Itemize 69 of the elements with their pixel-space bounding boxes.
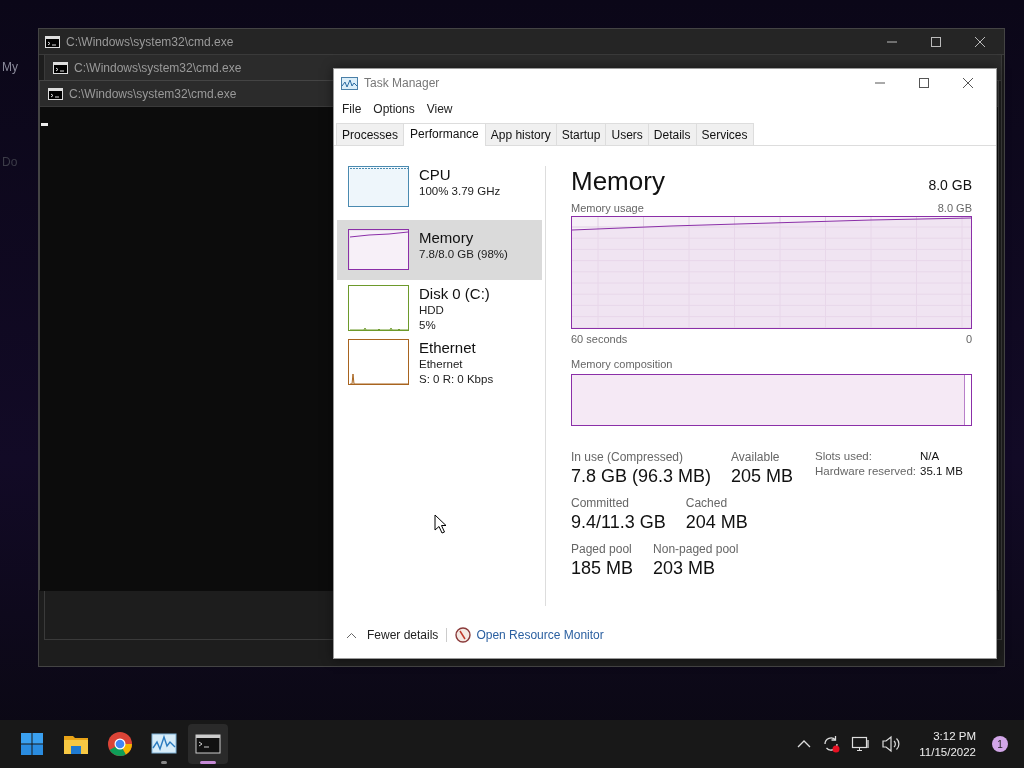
- chevron-up-icon[interactable]: [797, 739, 812, 749]
- resource-monitor-link[interactable]: Open Resource Monitor: [476, 628, 604, 642]
- axis-label: 60 seconds: [571, 333, 628, 345]
- item-detail: 100% 3.79 GHz: [419, 184, 501, 199]
- notification-badge[interactable]: 1: [992, 736, 1008, 752]
- menu-item[interactable]: File: [336, 100, 368, 118]
- clock[interactable]: 3:12 PM 11/15/2022: [919, 728, 976, 760]
- browser-icon: [106, 730, 134, 758]
- info-label: Hardware reserved:: [815, 465, 917, 477]
- tab[interactable]: Processes: [336, 123, 405, 145]
- item-detail: 7.8/8.0 GB (98%): [419, 247, 508, 262]
- stat-label: Cached: [685, 496, 729, 510]
- stat-label: In use (Compressed): [571, 450, 685, 464]
- volume-icon[interactable]: [881, 735, 902, 753]
- tab[interactable]: Services: [695, 123, 754, 145]
- axis-label: 0: [965, 333, 972, 345]
- desktop-icon-label: My: [2, 60, 18, 74]
- info-value: 35.1 MB: [920, 465, 963, 477]
- sidebar-item[interactable]: Disk 0 (C:) HDD 5%: [337, 285, 542, 339]
- total-memory: 8.0 GB: [928, 177, 972, 193]
- menu-item[interactable]: View: [420, 100, 459, 118]
- item-name: CPU: [419, 166, 452, 184]
- item-name: Ethernet: [419, 339, 477, 357]
- section-heading: Memory: [571, 166, 665, 197]
- stat-label: Committed: [571, 496, 630, 510]
- sidebar-item[interactable]: Ethernet Ethernet S: 0 R: 0 Kbps: [337, 339, 542, 393]
- console-icon: [48, 87, 63, 100]
- mouse-pointer-icon: [434, 514, 447, 534]
- window-title: C:\Windows\system32\cmd.exe: [69, 86, 238, 101]
- menu-item[interactable]: Options: [367, 100, 421, 118]
- item-detail: S: 0 R: 0 Kbps: [419, 372, 494, 387]
- tab[interactable]: Users: [605, 123, 649, 145]
- stat-value: 185 MB: [571, 558, 634, 579]
- fewer-details-button[interactable]: Fewer details: [346, 628, 439, 642]
- item-detail: HDD: [419, 303, 445, 318]
- item-detail: Ethernet: [419, 357, 464, 372]
- stat-value: 204 MB: [685, 512, 748, 533]
- sync-icon[interactable]: [821, 734, 842, 754]
- window-title: C:\Windows\system32\cmd.exe: [66, 34, 235, 49]
- stat-value: 205 MB: [731, 466, 794, 487]
- console-icon: [45, 35, 60, 48]
- chart-icon: [341, 76, 358, 90]
- tab[interactable]: Startup: [555, 123, 607, 145]
- console-icon: [53, 61, 68, 74]
- taskbar-button[interactable]: [188, 724, 228, 764]
- window-title: C:\Windows\system32\cmd.exe: [74, 60, 243, 75]
- info-value: N/A: [920, 450, 941, 462]
- sidebar-item[interactable]: Memory 7.8/8.0 GB (98%): [337, 220, 542, 280]
- axis-max-label: 8.0 GB: [937, 202, 972, 214]
- stat-label: Paged pool: [571, 542, 633, 556]
- text-cursor: [41, 123, 48, 126]
- item-detail: 5%: [419, 318, 437, 333]
- item-name: Disk 0 (C:): [419, 285, 490, 303]
- stat-label: Available: [731, 450, 781, 464]
- window-title: Task Manager: [364, 76, 441, 90]
- tab[interactable]: Details: [647, 123, 697, 145]
- graph-label: Memory usage: [571, 202, 644, 214]
- stat-value: 9.4/11.3 GB: [571, 512, 666, 533]
- stat-value: 7.8 GB (96.3 MB): [571, 466, 712, 487]
- chevron-up-icon: [346, 631, 357, 639]
- stat-value: 203 MB: [653, 558, 717, 579]
- tab[interactable]: App history: [484, 123, 557, 145]
- graph-label: Memory composition: [571, 358, 674, 370]
- sidebar-item[interactable]: CPU 100% 3.79 GHz: [337, 166, 542, 216]
- tab[interactable]: Performance: [403, 123, 486, 146]
- stat-label: Non-paged pool: [653, 542, 739, 556]
- item-name: Memory: [419, 229, 475, 247]
- info-label: Slots used:: [815, 450, 873, 462]
- windows-logo-icon: [18, 730, 46, 758]
